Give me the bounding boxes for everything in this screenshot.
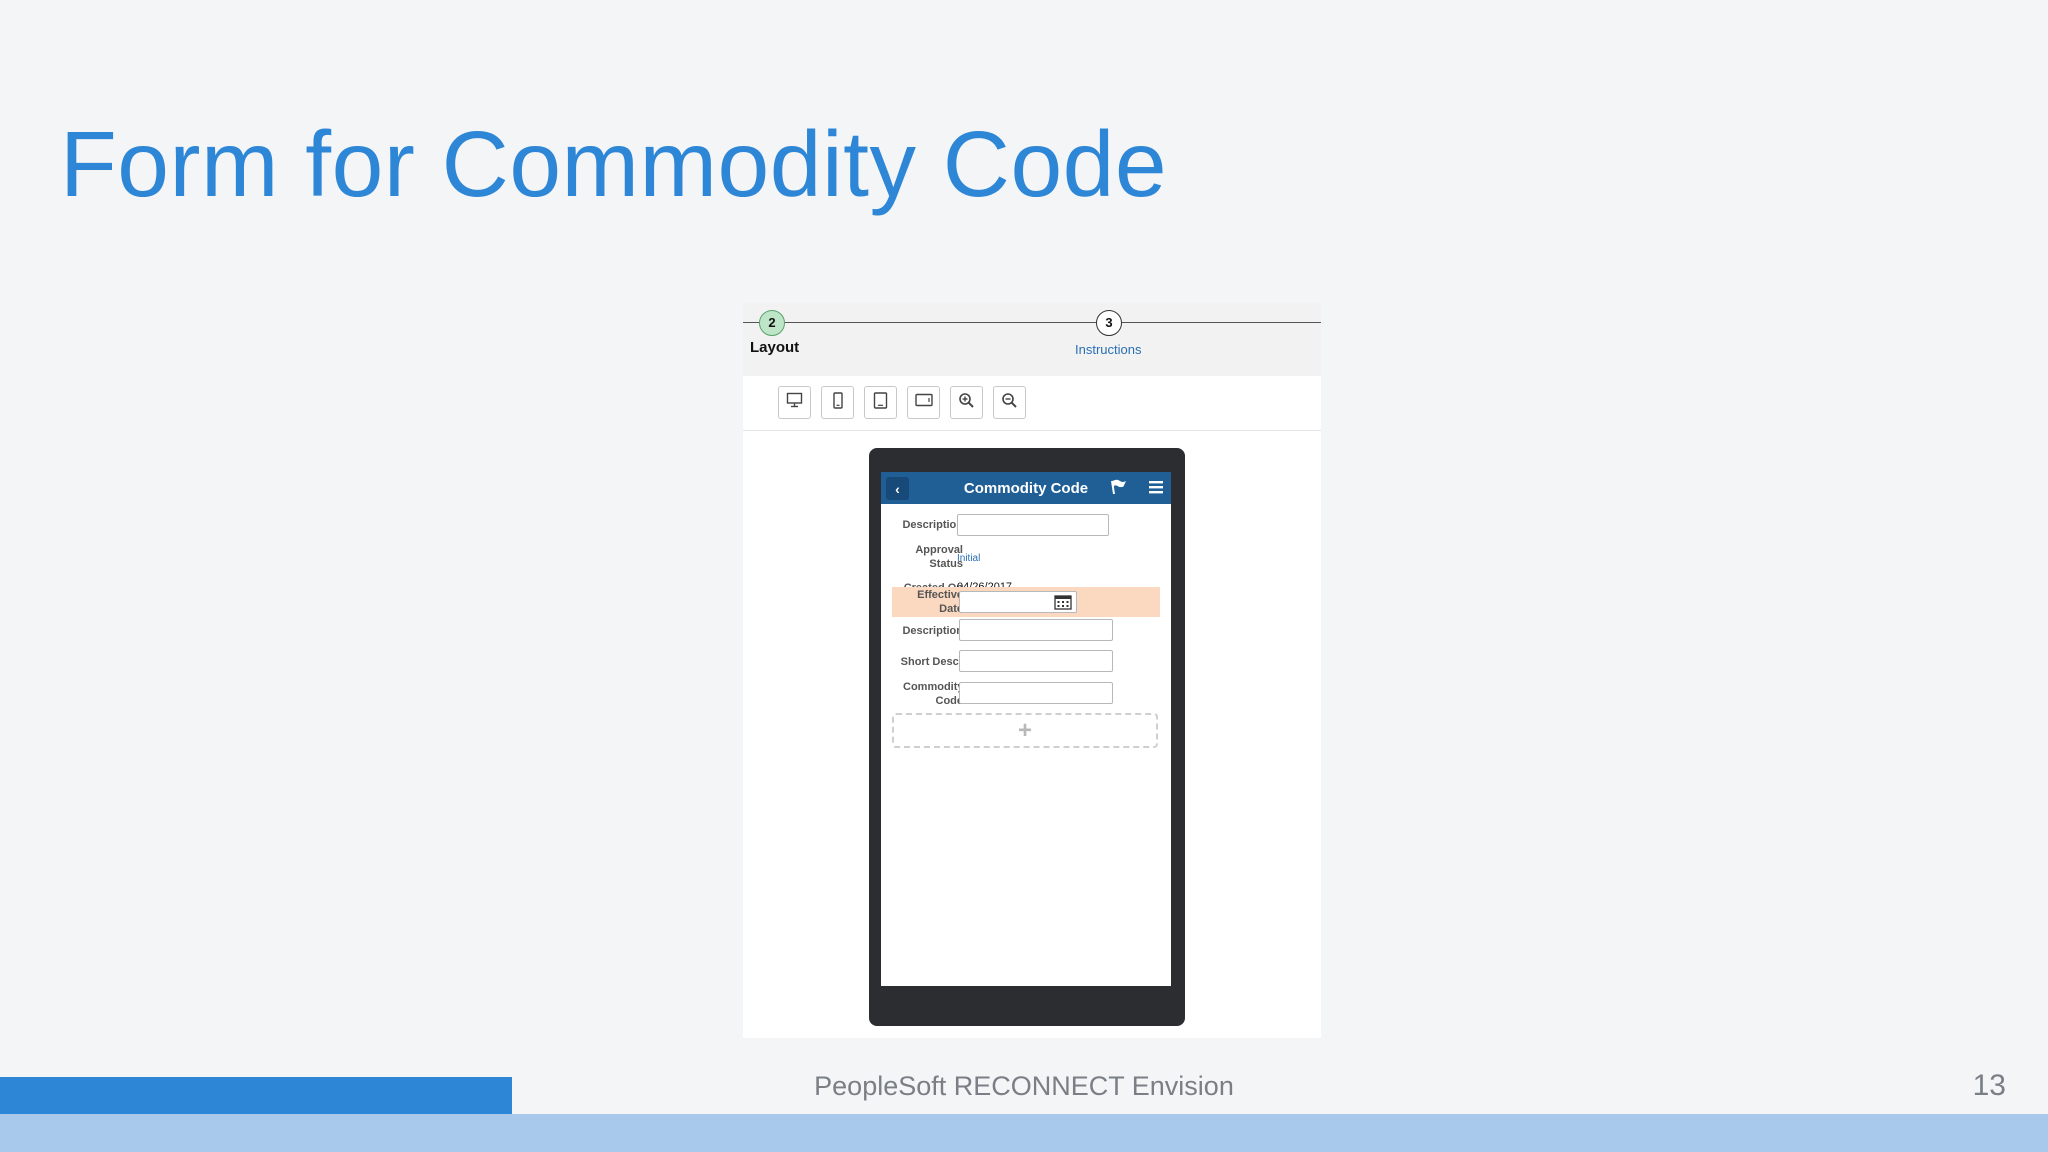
hamburger-menu-icon[interactable] xyxy=(1148,479,1164,500)
wizard-step-layout-label: Layout xyxy=(750,339,800,356)
zoom-out-icon xyxy=(1001,392,1018,414)
preview-toolbar xyxy=(743,376,1321,431)
description-input[interactable] xyxy=(957,514,1109,536)
field-label: Commodity Code xyxy=(903,681,964,707)
field-label: Description xyxy=(902,519,963,531)
slide-title: Form for Commodity Code xyxy=(60,112,1168,216)
wizard-step-layout[interactable]: 2 xyxy=(759,310,785,336)
effective-date-input[interactable] xyxy=(959,591,1077,613)
flag-icon[interactable] xyxy=(1108,477,1128,502)
device-screen: ‹ Commodity Code Description Approval St… xyxy=(881,472,1171,986)
wizard-line xyxy=(743,322,1321,323)
field-label: Effective Date xyxy=(917,589,963,615)
short-descr-input[interactable] xyxy=(959,650,1113,672)
wizard-step-instructions-label[interactable]: Instructions xyxy=(1075,342,1141,357)
calendar-icon[interactable] xyxy=(1054,594,1072,615)
tablet-landscape-icon xyxy=(914,393,933,412)
phone-device-frame: ‹ Commodity Code Description Approval St… xyxy=(869,448,1185,1026)
commodity-code-input[interactable] xyxy=(959,682,1113,704)
phone-view-button[interactable] xyxy=(821,386,854,419)
approval-status-value: Initial xyxy=(957,553,981,564)
add-field-button[interactable]: + xyxy=(892,713,1158,748)
zoom-in-icon xyxy=(958,392,975,414)
field-label: Description xyxy=(902,625,963,637)
description-2-input[interactable] xyxy=(959,619,1113,641)
app-screenshot: 2 Layout 3 Instructions ‹ Commodity Code… xyxy=(743,303,1321,1038)
footer-band xyxy=(0,1114,2048,1152)
wizard-step-instructions[interactable]: 3 xyxy=(1096,310,1122,336)
phone-icon xyxy=(832,391,844,414)
desktop-icon xyxy=(786,392,803,413)
footer-text: PeopleSoft RECONNECT Envision xyxy=(814,1071,1234,1101)
zoom-out-button[interactable] xyxy=(993,386,1026,419)
zoom-in-button[interactable] xyxy=(950,386,983,419)
tablet-portrait-icon xyxy=(873,391,888,414)
page-number: 13 xyxy=(1972,1069,2006,1102)
tablet-portrait-view-button[interactable] xyxy=(864,386,897,419)
desktop-view-button[interactable] xyxy=(778,386,811,419)
field-label: Short Descr xyxy=(900,656,963,668)
wizard-progress: 2 Layout 3 Instructions xyxy=(743,303,1321,376)
app-header: ‹ Commodity Code xyxy=(881,472,1171,504)
tablet-landscape-view-button[interactable] xyxy=(907,386,940,419)
field-label: Approval Status xyxy=(915,544,963,570)
